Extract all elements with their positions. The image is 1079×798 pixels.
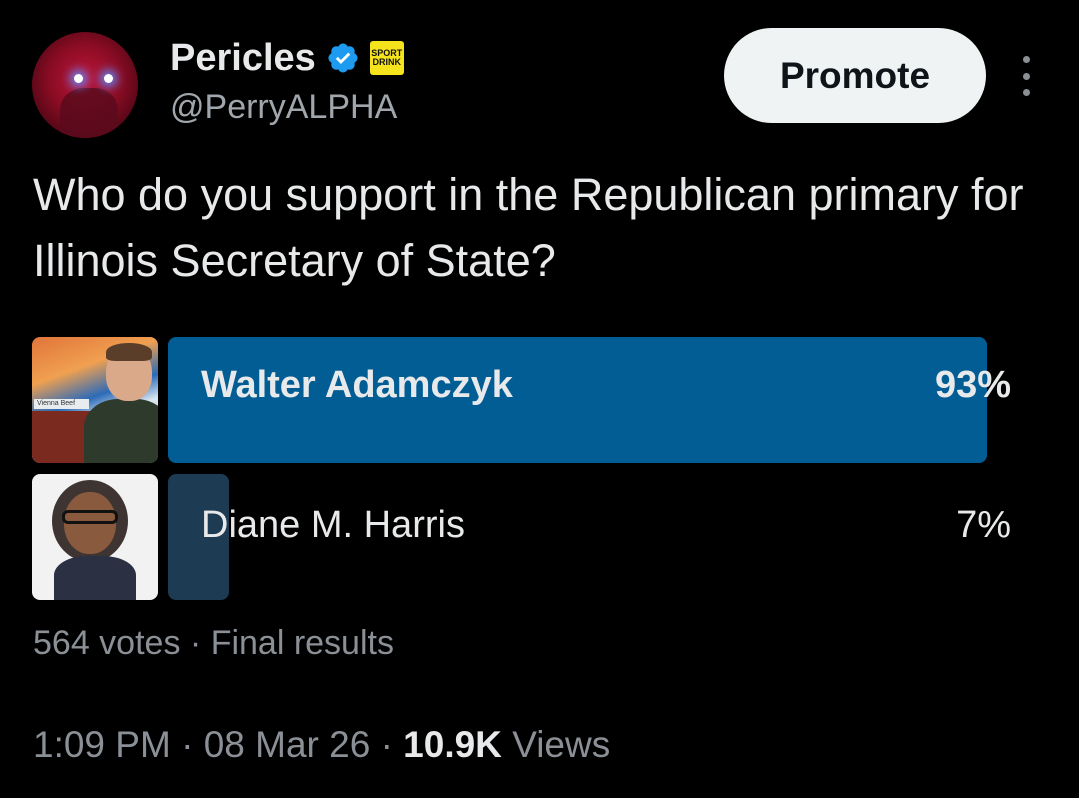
separator-dot: · [181,724,194,765]
author-name-row: Pericles SPORT DRINK [170,36,404,80]
vienna-beef-sign: Vienna Beef [34,399,89,409]
poll-option-2-label: Diane M. Harris [201,504,465,546]
poll-option-2-image [32,474,158,600]
poll-option-2-percent: 7% [956,504,1011,546]
avatar-figure [60,88,118,138]
author-avatar[interactable] [32,32,138,138]
person-hair [106,343,152,361]
separator-dot: · [189,624,202,662]
author-handle[interactable]: @PerryALPHA [170,88,397,127]
author-display-name[interactable]: Pericles [170,37,316,80]
glasses-icon [62,510,118,524]
more-dot [1022,89,1030,96]
person-body [54,556,136,600]
poll-vote-count: 564 votes [33,624,181,662]
more-vertical-icon[interactable] [1014,56,1038,96]
avatar-glowing-eye-left [74,74,83,83]
poll-option-1-image: Vienna Beef [32,337,158,463]
tweet-text: Who do you support in the Republican pri… [33,169,1024,286]
person-body [84,399,158,463]
poll-status: Final results [210,624,394,662]
avatar-glowing-eye-right [104,74,113,83]
poll-option-1-percent: 93% [934,364,1011,406]
tweet-time[interactable]: 1:09 PM [33,724,171,765]
views-count[interactable]: 10.9K [403,724,502,765]
poll-summary: 564 votes · Final results [33,624,394,663]
views-label[interactable]: Views [512,724,610,765]
poll-option-1-label: Walter Adamczyk [201,364,513,406]
affiliate-badge-icon[interactable]: SPORT DRINK [369,41,404,75]
verified-badge-icon [328,43,358,73]
promote-button[interactable]: Promote [724,28,986,123]
more-dot [1022,56,1030,63]
image-background-wall [32,411,92,463]
tweet-date[interactable]: 08 Mar 26 [204,724,371,765]
more-dot [1022,72,1030,80]
separator-dot: · [380,724,393,765]
tweet-timestamp-row: 1:09 PM · 08 Mar 26 · 10.9K Views [33,724,610,766]
